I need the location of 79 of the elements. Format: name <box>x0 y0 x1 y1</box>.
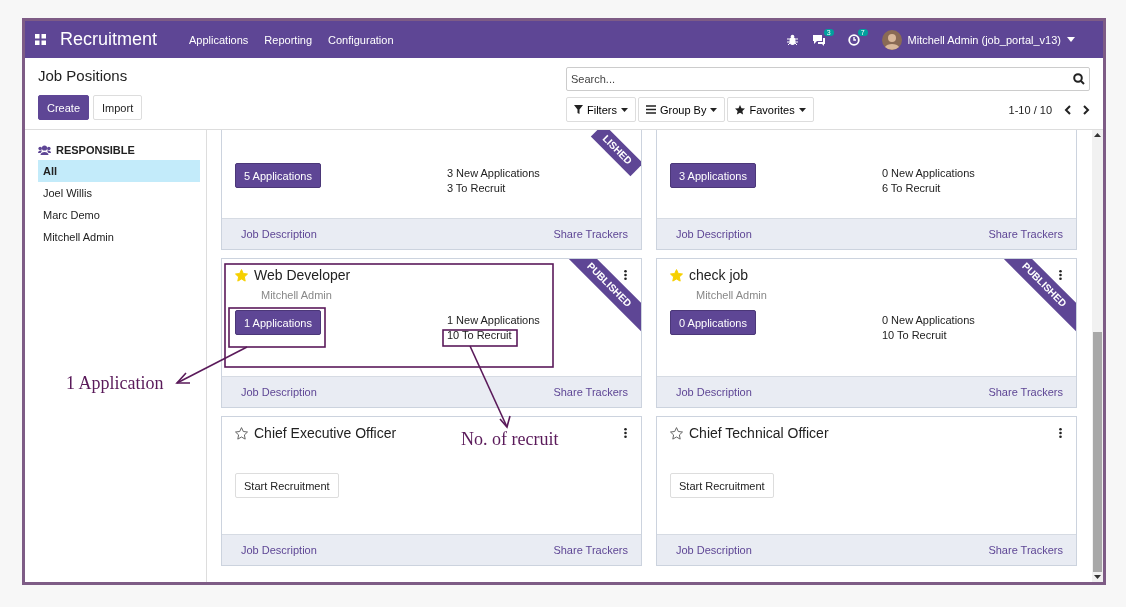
annotation-label: 1 Application <box>66 373 164 394</box>
footer-link[interactable]: Job Description <box>241 228 317 240</box>
outline-star-icon[interactable] <box>235 426 248 440</box>
apps-menu-icon[interactable] <box>35 34 46 45</box>
outline-star-icon[interactable] <box>670 426 683 440</box>
search-option-dropdown[interactable]: Filters <box>566 97 636 122</box>
filled-star-icon[interactable] <box>670 268 683 282</box>
create-button[interactable]: Create <box>38 95 90 120</box>
caret-icon[interactable] <box>1067 37 1075 42</box>
scrollbar[interactable] <box>1092 130 1103 582</box>
more-options-icon[interactable] <box>1059 428 1062 438</box>
scroll-up-icon[interactable] <box>1094 133 1101 137</box>
stat-link[interactable]: 3 To Recruit <box>446 182 540 194</box>
avatar-icon[interactable] <box>881 29 902 50</box>
footer-link[interactable]: Share Trackers <box>988 544 1063 556</box>
annotation-label: No. of recruit <box>461 429 559 450</box>
caret-icon <box>798 107 806 112</box>
stat-link[interactable]: 6 To Recruit <box>881 182 975 194</box>
footer-link[interactable]: Share Trackers <box>988 386 1063 398</box>
job-title: Web Developer <box>254 267 351 283</box>
previous-page-icon[interactable] <box>1064 104 1071 115</box>
search-field[interactable]: Search... <box>566 67 1090 91</box>
search-option-dropdown[interactable]: Favorites <box>727 97 814 122</box>
start-recruitment-button[interactable]: Start Recruitment <box>235 473 339 498</box>
footer-link[interactable]: Share Trackers <box>988 228 1063 240</box>
stat-link[interactable]: 0 New Applications <box>881 314 975 326</box>
footer-link[interactable]: Share Trackers <box>553 386 628 398</box>
search-icon[interactable] <box>1073 73 1085 85</box>
next-page-icon[interactable] <box>1083 104 1090 115</box>
filter-icon <box>574 105 583 114</box>
menu-item[interactable]: Applications <box>189 33 249 46</box>
user-menu[interactable]: Mitchell Admin (job_portal_v13) <box>907 33 1061 46</box>
footer-link[interactable]: Job Description <box>241 386 317 398</box>
applications-button[interactable]: 1 Applications <box>235 310 321 335</box>
clock-icon[interactable] <box>847 33 860 46</box>
chat-icon[interactable] <box>811 33 826 46</box>
users-icon <box>38 145 51 155</box>
scroll-down-icon[interactable] <box>1094 575 1101 579</box>
job-card[interactable]: 3 Applications 0 New Applications 6 To Recruit Job Description Share Trackers <box>656 130 1077 250</box>
stat-link[interactable]: 0 New Applications <box>881 167 975 179</box>
stat-link[interactable]: 10 To Recruit <box>446 329 540 341</box>
job-title: Chief Executive Officer <box>254 425 397 441</box>
footer-link[interactable]: Job Description <box>676 228 752 240</box>
footer-link[interactable]: Share Trackers <box>553 228 628 240</box>
applications-button[interactable]: 3 Applications <box>670 163 756 188</box>
stat-link[interactable]: 1 New Applications <box>446 314 540 326</box>
app-name: Recruitment <box>60 29 158 50</box>
filled-star-icon[interactable] <box>235 268 248 282</box>
caret-icon <box>710 107 718 112</box>
page-title: Job Positions <box>38 67 129 84</box>
caret-icon <box>620 107 628 112</box>
footer-link[interactable]: Share Trackers <box>553 544 628 556</box>
sidebar-item[interactable]: All <box>38 160 200 182</box>
star-icon <box>735 104 746 115</box>
applications-button[interactable]: 5 Applications <box>235 163 321 188</box>
applications-button[interactable]: 0 Applications <box>670 310 756 335</box>
footer-link[interactable]: Job Description <box>241 544 317 556</box>
stat-link[interactable]: 3 New Applications <box>446 167 540 179</box>
more-options-icon[interactable] <box>1059 270 1062 280</box>
import-button[interactable]: Import <box>93 95 143 120</box>
sidebar-heading: RESPONSIBLE <box>56 144 135 156</box>
sidebar-item[interactable]: Marc Demo <box>38 204 200 226</box>
list-icon <box>645 105 656 114</box>
more-options-icon[interactable] <box>624 428 627 438</box>
job-title: Chief Technical Officer <box>689 425 829 441</box>
footer-link[interactable]: Job Description <box>676 386 752 398</box>
bug-icon[interactable] <box>786 33 798 46</box>
start-recruitment-button[interactable]: Start Recruitment <box>670 473 774 498</box>
menu-item[interactable]: Configuration <box>328 33 394 46</box>
pager-value: 1-10 / 10 <box>1008 103 1052 116</box>
sidebar-item[interactable]: Mitchell Admin <box>38 226 200 248</box>
job-title: check job <box>689 267 749 283</box>
more-options-icon[interactable] <box>624 270 627 280</box>
menu-item[interactable]: Reporting <box>264 33 313 46</box>
footer-link[interactable]: Job Description <box>676 544 752 556</box>
job-card[interactable]: Chief Technical Officer Start Recruitment Job Description Share Trackers <box>656 416 1077 566</box>
search-option-dropdown[interactable]: Group By <box>637 97 726 122</box>
stat-link[interactable]: 10 To Recruit <box>881 329 975 341</box>
sidebar-item[interactable]: Joel Willis <box>38 182 200 204</box>
